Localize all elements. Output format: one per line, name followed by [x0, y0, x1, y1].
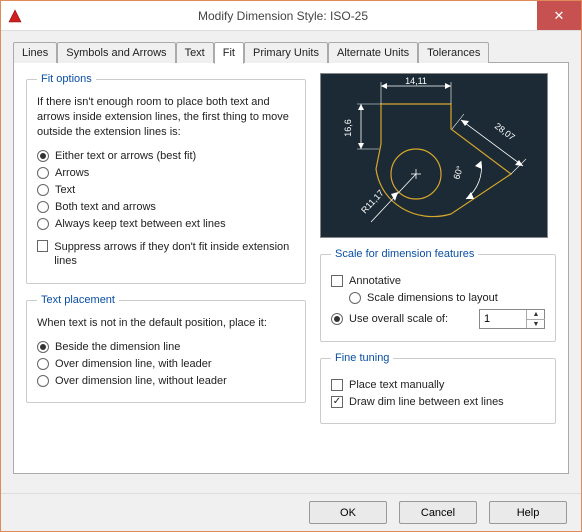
- radio-over-without-leader[interactable]: Over dimension line, without leader: [37, 375, 295, 387]
- radio-beside-dimension-line[interactable]: Beside the dimension line: [37, 341, 295, 353]
- text-placement-description: When text is not in the default position…: [37, 316, 295, 331]
- ok-button[interactable]: OK: [309, 501, 387, 524]
- checkbox-label: Place text manually: [349, 379, 444, 391]
- radio-icon: [37, 184, 49, 196]
- radio-arrows[interactable]: Arrows: [37, 167, 295, 179]
- radio-icon: [37, 150, 49, 162]
- window-title: Modify Dimension Style: ISO-25: [29, 1, 537, 30]
- tab-tolerances[interactable]: Tolerances: [418, 42, 489, 63]
- fit-options-description: If there isn't enough room to place both…: [37, 95, 295, 140]
- radio-label: Over dimension line, without leader: [55, 375, 227, 387]
- radio-icon: [37, 341, 49, 353]
- radio-icon: [349, 292, 361, 304]
- tabpanel-fit: Fit options If there isn't enough room t…: [13, 62, 569, 474]
- radio-icon: [37, 167, 49, 179]
- radio-icon: [37, 375, 49, 387]
- radio-label: Beside the dimension line: [55, 341, 180, 353]
- radio-either-text-or-arrows[interactable]: Either text or arrows (best fit): [37, 150, 295, 162]
- tab-fit[interactable]: Fit: [214, 42, 244, 64]
- tab-lines[interactable]: Lines: [13, 42, 57, 63]
- overall-scale-input[interactable]: [480, 310, 526, 328]
- checkbox-icon: [331, 275, 343, 287]
- tab-text[interactable]: Text: [176, 42, 214, 63]
- dimension-preview: 14,11 16,6 28,07: [320, 73, 548, 238]
- tab-primary-units[interactable]: Primary Units: [244, 42, 328, 63]
- checkbox-suppress-arrows[interactable]: Suppress arrows if they don't fit inside…: [37, 240, 295, 269]
- radio-label: Scale dimensions to layout: [367, 292, 498, 304]
- close-icon: ✕: [554, 8, 565, 24]
- legend-scale: Scale for dimension features: [331, 248, 478, 260]
- radio-label: Arrows: [55, 167, 89, 179]
- dialog-content: Lines Symbols and Arrows Text Fit Primar…: [1, 31, 581, 493]
- preview-dim-left: 16,6: [343, 119, 353, 137]
- radio-icon: [37, 358, 49, 370]
- tabstrip: Lines Symbols and Arrows Text Fit Primar…: [13, 42, 569, 63]
- groupbox-text-placement: Text placement When text is not in the d…: [26, 294, 306, 403]
- close-button[interactable]: ✕: [537, 1, 581, 30]
- titlebar: Modify Dimension Style: ISO-25 ✕: [1, 1, 581, 31]
- checkbox-draw-dim-line-between[interactable]: Draw dim line between ext lines: [331, 396, 545, 408]
- checkbox-label: Draw dim line between ext lines: [349, 396, 504, 408]
- groupbox-fit-options: Fit options If there isn't enough room t…: [26, 73, 306, 284]
- checkbox-place-text-manually[interactable]: Place text manually: [331, 379, 545, 391]
- radio-icon: [37, 201, 49, 213]
- radio-text[interactable]: Text: [37, 184, 295, 196]
- tab-symbols-and-arrows[interactable]: Symbols and Arrows: [57, 42, 175, 63]
- help-button[interactable]: Help: [489, 501, 567, 524]
- checkbox-icon: [37, 240, 48, 252]
- legend-fit-options: Fit options: [37, 73, 96, 85]
- radio-icon: [331, 313, 343, 325]
- radio-icon: [37, 218, 49, 230]
- radio-scale-to-layout[interactable]: Scale dimensions to layout: [349, 292, 545, 304]
- checkbox-icon: [331, 396, 343, 408]
- checkbox-label: Suppress arrows if they don't fit inside…: [54, 240, 295, 269]
- preview-dim-top: 14,11: [405, 76, 427, 86]
- radio-label: Either text or arrows (best fit): [55, 150, 196, 162]
- radio-label: Both text and arrows: [55, 201, 156, 213]
- radio-label: Text: [55, 184, 75, 196]
- radio-label: Always keep text between ext lines: [55, 218, 226, 230]
- radio-over-with-leader[interactable]: Over dimension line, with leader: [37, 358, 295, 370]
- radio-label: Use overall scale of:: [349, 313, 448, 325]
- checkbox-icon: [331, 379, 343, 391]
- spin-up-icon[interactable]: ▲: [527, 310, 545, 319]
- legend-fine-tuning: Fine tuning: [331, 352, 393, 364]
- checkbox-annotative[interactable]: Annotative: [331, 275, 545, 287]
- tab-alternate-units[interactable]: Alternate Units: [328, 42, 418, 63]
- groupbox-fine-tuning: Fine tuning Place text manually Draw dim…: [320, 352, 556, 424]
- radio-always-keep-text-between[interactable]: Always keep text between ext lines: [37, 218, 295, 230]
- radio-both-text-and-arrows[interactable]: Both text and arrows: [37, 201, 295, 213]
- dialog-footer: OK Cancel Help: [1, 493, 581, 531]
- radio-use-overall-scale[interactable]: Use overall scale of:: [331, 313, 448, 325]
- cancel-button[interactable]: Cancel: [399, 501, 477, 524]
- spin-down-icon[interactable]: ▼: [527, 319, 545, 328]
- app-icon: [1, 1, 29, 31]
- legend-text-placement: Text placement: [37, 294, 119, 306]
- overall-scale-spinbox[interactable]: ▲ ▼: [479, 309, 545, 329]
- radio-label: Over dimension line, with leader: [55, 358, 212, 370]
- checkbox-label: Annotative: [349, 275, 401, 287]
- groupbox-scale: Scale for dimension features Annotative …: [320, 248, 556, 342]
